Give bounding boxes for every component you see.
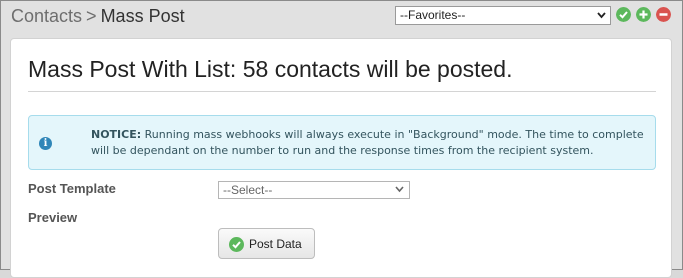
- chevron-down-icon: [597, 12, 606, 19]
- title-divider: [28, 91, 656, 92]
- breadcrumb-contacts-link[interactable]: Contacts: [11, 6, 82, 26]
- breadcrumb: Contacts > Mass Post: [11, 6, 185, 27]
- page-title: Mass Post With List: 58 contacts will be…: [28, 56, 513, 82]
- notice-message: Running mass webhooks will always execut…: [91, 128, 644, 157]
- notice-text: NOTICE: Running mass webhooks will alway…: [91, 127, 647, 159]
- minus-icon[interactable]: [656, 7, 671, 22]
- favorites-select[interactable]: --Favorites--: [395, 6, 611, 25]
- preview-label: Preview: [28, 210, 78, 225]
- notice-label: NOTICE:: [91, 128, 142, 141]
- favorites-select-value: --Favorites--: [400, 8, 466, 22]
- check-icon[interactable]: [616, 7, 631, 22]
- notice-alert: i NOTICE: Running mass webhooks will alw…: [28, 115, 656, 170]
- app-frame: Contacts > Mass Post --Favorites-- Mass Po…: [0, 0, 683, 278]
- post-template-select[interactable]: --Select--: [218, 181, 410, 199]
- info-icon: i: [39, 137, 52, 150]
- breadcrumb-current: Mass Post: [100, 6, 185, 26]
- plus-icon[interactable]: [636, 7, 651, 22]
- post-template-select-value: --Select--: [223, 183, 273, 197]
- post-data-button[interactable]: Post Data: [218, 228, 315, 259]
- post-template-label: Post Template: [28, 181, 116, 196]
- content-panel: Mass Post With List: 58 contacts will be…: [10, 38, 672, 278]
- chevron-down-icon: [395, 186, 404, 193]
- post-data-button-label: Post Data: [249, 237, 302, 251]
- breadcrumb-separator: >: [86, 6, 97, 26]
- check-circle-icon: [229, 237, 244, 252]
